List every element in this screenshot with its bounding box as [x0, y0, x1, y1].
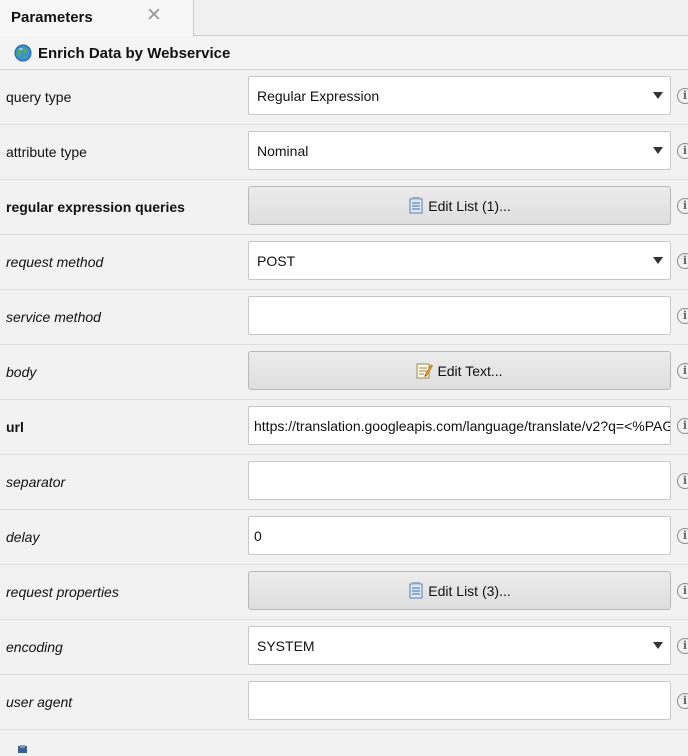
info-icon[interactable]: i	[677, 693, 688, 709]
dropdown-arrow-icon[interactable]	[653, 147, 663, 154]
encoding-select[interactable]: SYSTEM	[248, 626, 671, 665]
list-edit-icon	[408, 197, 424, 217]
info-icon[interactable]: i	[677, 198, 688, 214]
param-row-attribute-type: attribute type Nominal i	[0, 125, 688, 180]
button-label: Edit Text...	[437, 363, 503, 379]
param-row-regular-expression-queries: regular expression queries Edit List (1).…	[0, 180, 688, 235]
param-label: attribute type	[6, 144, 87, 160]
request-properties-button[interactable]: Edit List (3)...	[248, 571, 671, 610]
delay-input[interactable]: 0	[248, 516, 671, 555]
operator-info-icon	[16, 740, 30, 756]
user-agent-input[interactable]	[248, 681, 671, 720]
info-icon[interactable]: i	[677, 253, 688, 269]
query-type-select[interactable]: Regular Expression	[248, 76, 671, 115]
button-content: Edit List (1)...	[249, 197, 670, 217]
param-row-user-agent: user agent i	[0, 675, 688, 730]
separator-input[interactable]	[248, 461, 671, 500]
select-value: Regular Expression	[257, 88, 380, 104]
param-row-body: body Edit Text... i	[0, 345, 688, 400]
operator-title: Enrich Data by Webservice	[38, 45, 231, 62]
globe-icon	[14, 44, 32, 65]
param-row-service-method: service method i	[0, 290, 688, 345]
info-icon[interactable]: i	[677, 363, 688, 379]
param-label: separator	[6, 474, 66, 490]
param-row-encoding: encoding SYSTEM i	[0, 620, 688, 675]
regular-expression-queries-button[interactable]: Edit List (1)...	[248, 186, 671, 225]
service-method-input[interactable]	[248, 296, 671, 335]
button-label: Edit List (3)...	[428, 583, 511, 599]
param-label: body	[6, 364, 37, 380]
button-content: Edit Text...	[249, 362, 670, 382]
param-label: service method	[6, 309, 101, 325]
param-row-url: url https://translation.googleapis.com/la…	[0, 400, 688, 455]
text-edit-icon	[416, 362, 434, 382]
tab-parameters[interactable]: Parameters ✕	[0, 0, 194, 36]
dropdown-arrow-icon[interactable]	[653, 257, 663, 264]
info-icon[interactable]: i	[677, 88, 688, 104]
dropdown-arrow-icon[interactable]	[653, 642, 663, 649]
info-icon[interactable]: i	[677, 143, 688, 159]
operator-header: Enrich Data by Webservice	[0, 36, 688, 70]
param-row-delay: delay 0 i	[0, 510, 688, 565]
param-label: query type	[6, 89, 72, 105]
url-input[interactable]: https://translation.googleapis.com/langu…	[248, 406, 671, 445]
dropdown-arrow-icon[interactable]	[653, 92, 663, 99]
attribute-type-select[interactable]: Nominal	[248, 131, 671, 170]
param-label: user agent	[6, 694, 73, 710]
param-row-separator: separator i	[0, 455, 688, 510]
info-icon[interactable]: i	[677, 528, 688, 544]
button-content: Edit List (3)...	[249, 582, 670, 602]
tab-bar: Parameters ✕	[0, 0, 688, 36]
info-icon[interactable]: i	[677, 308, 688, 324]
close-icon[interactable]: ✕	[146, 5, 162, 27]
param-label: request properties	[6, 584, 119, 600]
select-value: Nominal	[257, 143, 309, 159]
info-icon[interactable]: i	[677, 418, 688, 434]
param-label: delay	[6, 529, 40, 545]
param-row-request-properties: request properties Edit List (3)... i	[0, 565, 688, 620]
info-icon[interactable]: i	[677, 473, 688, 489]
info-icon[interactable]: i	[677, 638, 688, 654]
param-label: url	[6, 419, 24, 435]
param-row-query-type: query type Regular Expression i	[0, 70, 688, 125]
input-value: 0	[254, 528, 262, 544]
request-method-select[interactable]: POST	[248, 241, 671, 280]
bottom-strip	[0, 730, 688, 753]
param-label: regular expression queries	[6, 199, 185, 215]
param-row-request-method: request method POST i	[0, 235, 688, 290]
info-icon[interactable]: i	[677, 583, 688, 599]
tab-title: Parameters	[11, 9, 93, 26]
param-label: request method	[6, 254, 104, 270]
button-label: Edit List (1)...	[428, 198, 511, 214]
input-value: https://translation.googleapis.com/langu…	[254, 418, 670, 434]
list-edit-icon	[408, 582, 424, 602]
parameter-list: query type Regular Expression i attribute t…	[0, 70, 688, 730]
param-label: encoding	[6, 639, 63, 655]
select-value: POST	[257, 253, 296, 269]
select-value: SYSTEM	[257, 638, 315, 654]
body-button[interactable]: Edit Text...	[248, 351, 671, 390]
